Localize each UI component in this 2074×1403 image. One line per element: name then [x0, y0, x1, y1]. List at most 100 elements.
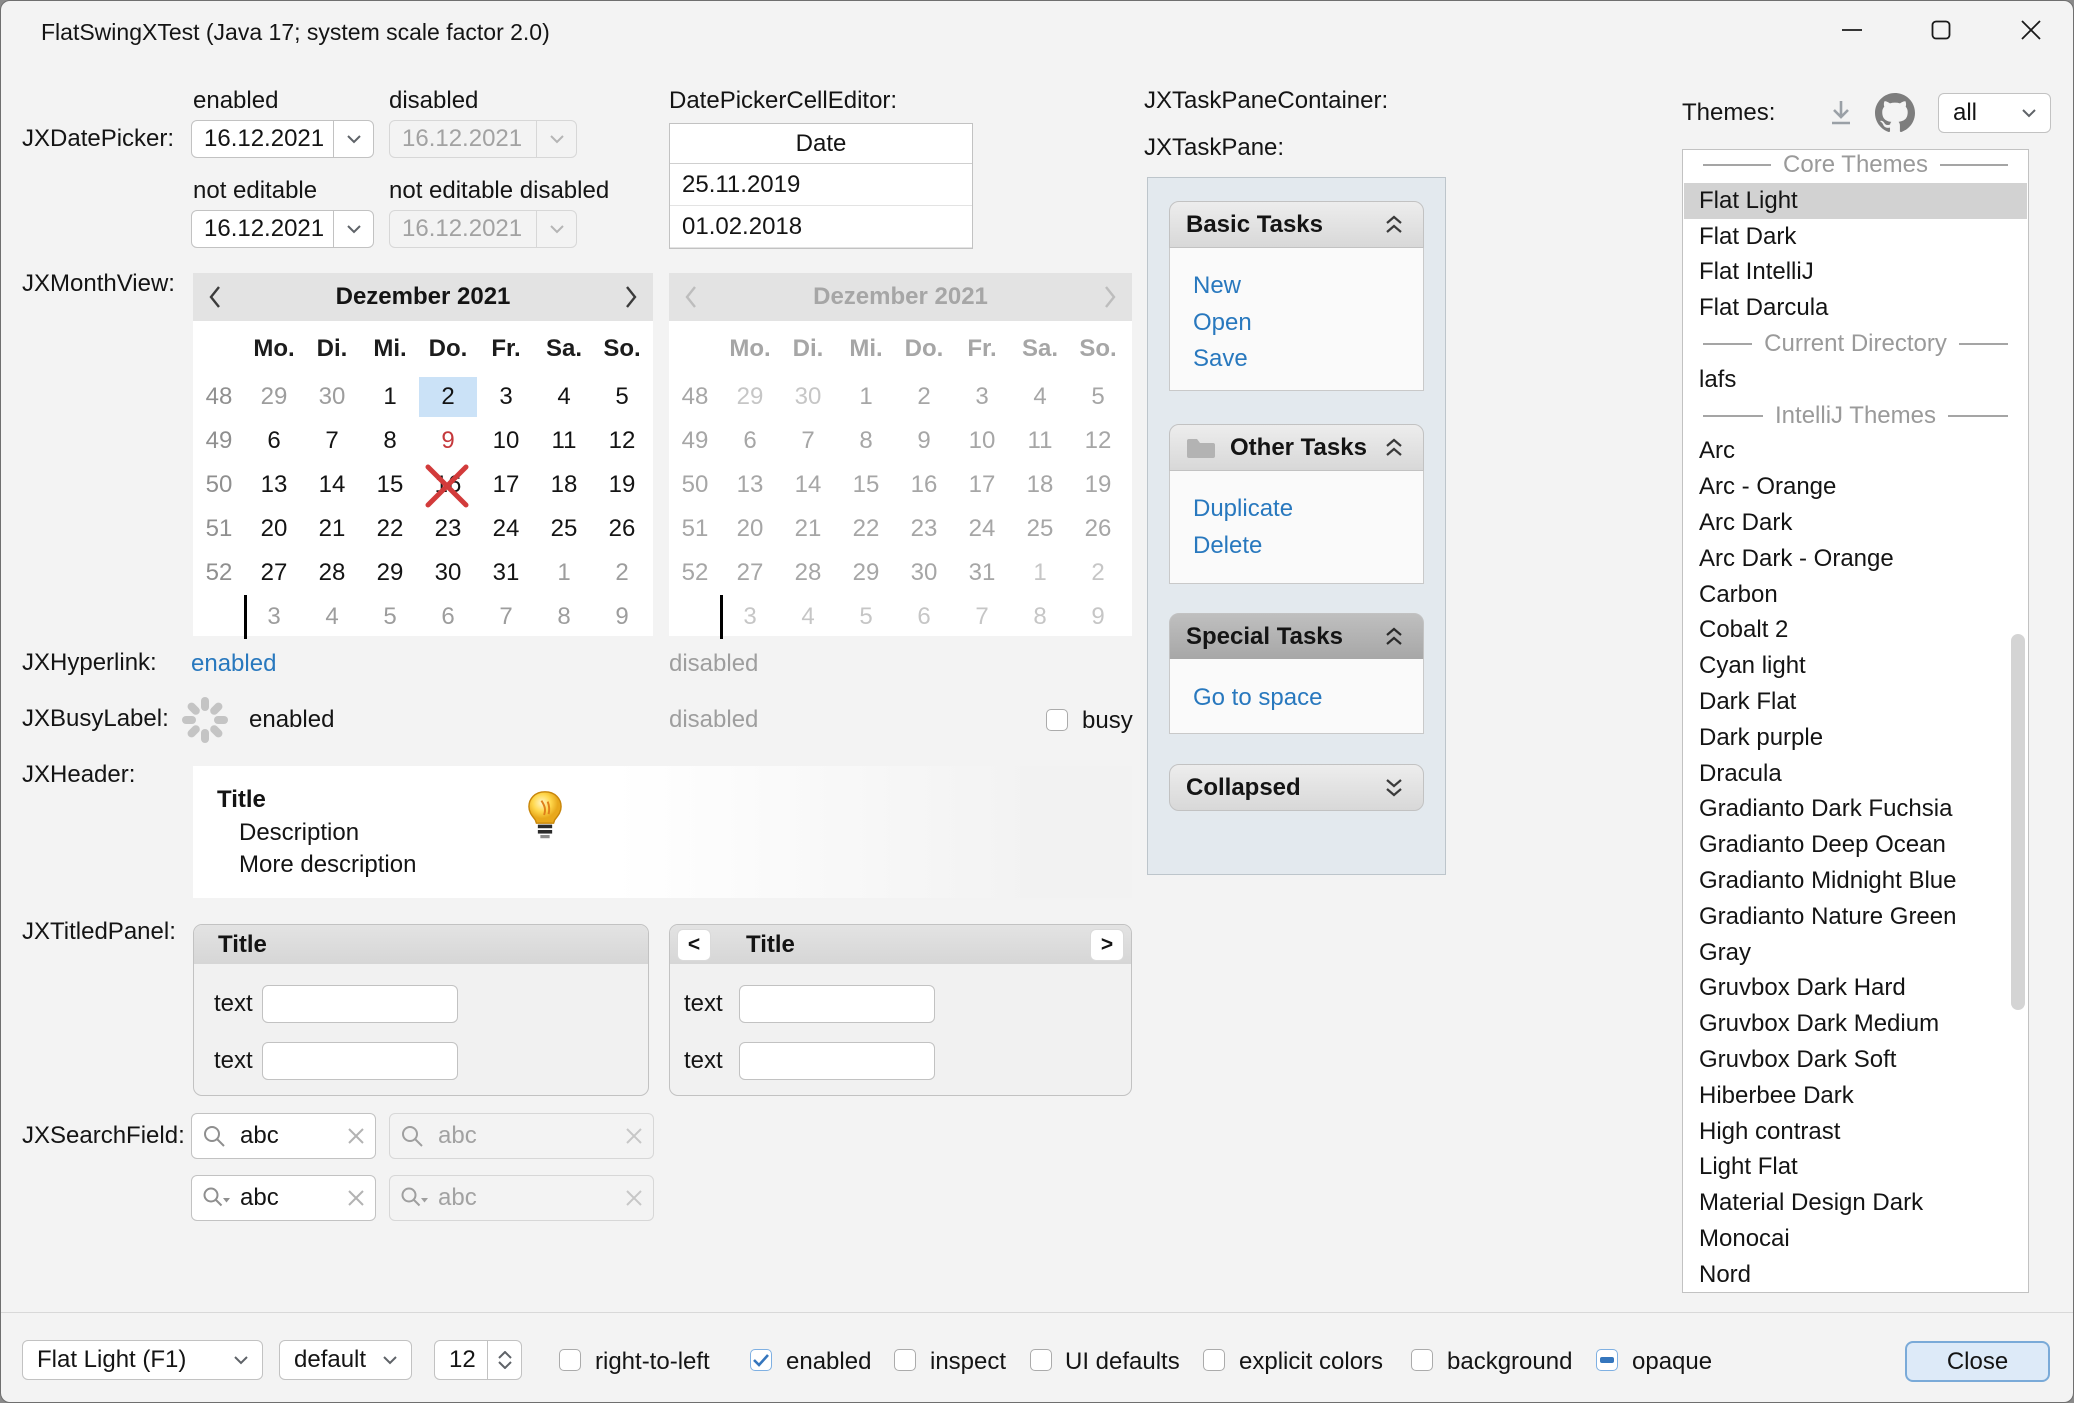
calendar-day[interactable]: 23	[419, 507, 477, 551]
theme-list-item[interactable]: Flat Darcula	[1684, 290, 2027, 326]
calendar-day[interactable]: 1	[1011, 551, 1069, 595]
theme-list-item[interactable]: Cyan light	[1684, 648, 2027, 684]
checkbox-label[interactable]: opaque	[1632, 1348, 1712, 1376]
collapse-icon[interactable]	[1381, 214, 1407, 236]
calendar-day[interactable]: 7	[303, 419, 361, 463]
calendar-day[interactable]: 29	[721, 375, 779, 419]
theme-list-item[interactable]: Dracula	[1684, 756, 2027, 792]
font-size-spinner[interactable]: 12	[434, 1340, 522, 1380]
calendar-day[interactable]: 22	[837, 507, 895, 551]
calendar-day[interactable]: 31	[953, 551, 1011, 595]
close-window-button[interactable]	[2002, 6, 2060, 54]
calendar-day[interactable]: 21	[303, 507, 361, 551]
theme-list-item[interactable]: Carbon	[1684, 577, 2027, 613]
calendar-day[interactable]: 8	[361, 419, 419, 463]
search-dropdown-icon[interactable]	[202, 1186, 232, 1212]
calendar-day[interactable]: 11	[535, 419, 593, 463]
table-row[interactable]: 25.11.2019	[670, 164, 972, 206]
searchfield-enabled[interactable]	[191, 1113, 376, 1159]
calendar-day[interactable]: 2	[419, 375, 477, 419]
calendar-day[interactable]: 20	[721, 507, 779, 551]
text-field[interactable]	[262, 985, 458, 1023]
calendar-day[interactable]: 8	[535, 595, 593, 639]
calendar-day[interactable]: 8	[1011, 595, 1069, 639]
taskpane-link-open[interactable]: Open	[1193, 309, 1252, 337]
theme-list-item[interactable]: Material Design Dark	[1684, 1185, 2027, 1221]
calendar-day[interactable]: 19	[1069, 463, 1127, 507]
calendar-day[interactable]: 2	[593, 551, 651, 595]
calendar-prev-icon[interactable]	[683, 284, 699, 310]
calendar-day[interactable]: 1	[361, 375, 419, 419]
calendar-day[interactable]: 1	[535, 551, 593, 595]
calendar-day[interactable]: 8	[837, 419, 895, 463]
calendar-day[interactable]: 6	[245, 419, 303, 463]
checkbox-right-to-left[interactable]	[559, 1349, 581, 1371]
calendar-day[interactable]: 17	[477, 463, 535, 507]
close-button[interactable]: Close	[1905, 1341, 2050, 1382]
calendar-day[interactable]: 25	[535, 507, 593, 551]
calendar-day[interactable]: 13	[721, 463, 779, 507]
calendar-day[interactable]: 26	[1069, 507, 1127, 551]
calendar-day[interactable]: 19	[593, 463, 651, 507]
datepicker-dropdown-button[interactable]	[333, 121, 373, 157]
laf-combo[interactable]: Flat Light (F1)	[22, 1340, 263, 1380]
theme-list-item[interactable]: Gradianto Midnight Blue	[1684, 863, 2027, 899]
style-combo[interactable]: default	[279, 1340, 412, 1380]
taskpane-collapsed-header[interactable]: Collapsed	[1169, 764, 1424, 811]
calendar-day[interactable]: 4	[1011, 375, 1069, 419]
theme-list-item[interactable]: Cobalt 2	[1684, 612, 2027, 648]
calendar-day[interactable]: 4	[779, 595, 837, 639]
calendar-day[interactable]: 3	[245, 595, 303, 639]
theme-list-item[interactable]: lafs	[1684, 362, 2027, 398]
theme-list-item[interactable]: Dark Flat	[1684, 684, 2027, 720]
calendar-day[interactable]: 5	[837, 595, 895, 639]
calendar-day[interactable]: 30	[419, 551, 477, 595]
calendar-day[interactable]: 4	[535, 375, 593, 419]
calendar-day[interactable]: 13	[245, 463, 303, 507]
calendar-day[interactable]: 30	[895, 551, 953, 595]
calendar-day[interactable]: 29	[837, 551, 895, 595]
clear-icon[interactable]	[347, 1127, 365, 1145]
calendar-day[interactable]: 28	[303, 551, 361, 595]
taskpane-link-new[interactable]: New	[1193, 272, 1241, 300]
calendar-day[interactable]: 1	[837, 375, 895, 419]
spinner-down-icon[interactable]	[498, 1361, 512, 1369]
calendar-day[interactable]: 7	[477, 595, 535, 639]
checkbox-ui-defaults[interactable]	[1030, 1349, 1052, 1371]
calendar-day[interactable]: 6	[721, 419, 779, 463]
calendar-day[interactable]: 4	[303, 595, 361, 639]
calendar-day[interactable]: 28	[779, 551, 837, 595]
checkbox-background[interactable]	[1411, 1349, 1433, 1371]
theme-list-item[interactable]: Flat Dark	[1684, 219, 2027, 255]
calendar-next-icon[interactable]	[623, 284, 639, 310]
calendar-day[interactable]: 18	[1011, 463, 1069, 507]
taskpane-link-delete[interactable]: Delete	[1193, 532, 1262, 560]
calendar-day[interactable]: 7	[953, 595, 1011, 639]
search-input[interactable]	[240, 1176, 333, 1220]
calendar-day[interactable]: 9	[1069, 595, 1127, 639]
calendar-day[interactable]: 10	[953, 419, 1011, 463]
calendar-day[interactable]: 21	[779, 507, 837, 551]
theme-list-item[interactable]: Flat IntelliJ	[1684, 254, 2027, 290]
collapse-icon[interactable]	[1381, 626, 1407, 648]
theme-list-item[interactable]: Light Flat	[1684, 1149, 2027, 1185]
theme-list-item[interactable]: Nord	[1684, 1257, 2027, 1293]
calendar-day[interactable]: 20	[245, 507, 303, 551]
github-icon[interactable]	[1875, 93, 1915, 133]
checkbox-opaque[interactable]	[1596, 1349, 1618, 1371]
font-size-value[interactable]: 12	[435, 1341, 487, 1379]
checkbox-label[interactable]: UI defaults	[1065, 1348, 1180, 1376]
checkbox-enabled[interactable]	[750, 1349, 772, 1371]
taskpane-basic-tasks-header[interactable]: Basic Tasks	[1169, 201, 1424, 248]
taskpane-special-tasks-header[interactable]: Special Tasks	[1169, 613, 1424, 660]
theme-list-item[interactable]: Gray	[1684, 935, 2027, 971]
calendar-day[interactable]: 17	[953, 463, 1011, 507]
calendar-day[interactable]: 7	[779, 419, 837, 463]
calendar-next-icon[interactable]	[1102, 284, 1118, 310]
calendar-day[interactable]: 11	[1011, 419, 1069, 463]
date-table[interactable]: Date 25.11.2019 01.02.2018	[669, 123, 973, 249]
minimize-button[interactable]	[1823, 6, 1881, 54]
calendar-day[interactable]: 9	[895, 419, 953, 463]
table-header-date[interactable]: Date	[670, 124, 972, 164]
calendar-day[interactable]: 18	[535, 463, 593, 507]
